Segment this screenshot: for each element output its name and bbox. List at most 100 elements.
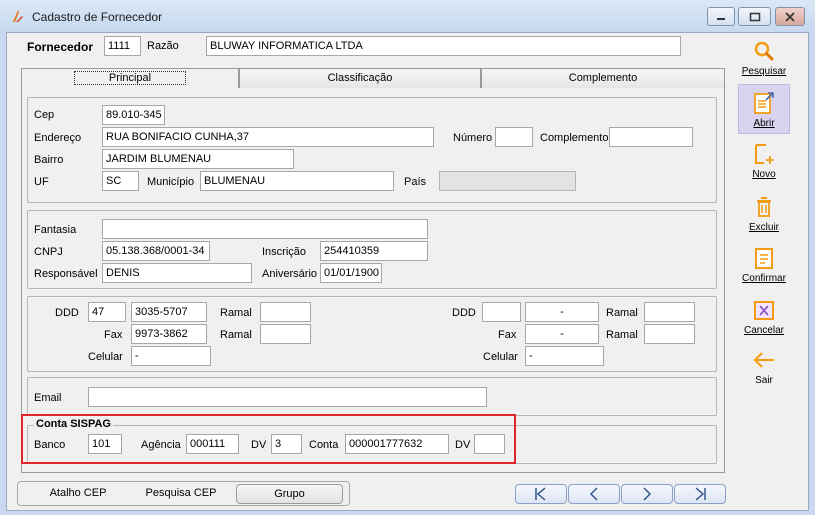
- minimize-icon: [717, 17, 725, 20]
- inscricao-label: Inscrição: [262, 246, 307, 258]
- pesquisar-label: Pesquisar: [741, 66, 787, 77]
- responsavel-field[interactable]: DENIS: [102, 263, 252, 283]
- pais-label: País: [404, 176, 427, 188]
- tab-complemento-label: Complemento: [568, 72, 638, 84]
- app-logo-icon: [13, 10, 23, 22]
- first-record-button[interactable]: [515, 484, 567, 504]
- fornecedor-label: Fornecedor: [27, 40, 94, 54]
- razao-field[interactable]: BLUWAY INFORMATICA LTDA: [206, 36, 681, 56]
- window-title: Cadastro de Fornecedor: [32, 10, 163, 24]
- municipio-label: Município: [147, 176, 195, 188]
- fax-ramal-field-left[interactable]: [260, 324, 311, 344]
- next-icon: [643, 487, 651, 501]
- first-record-icon: [535, 487, 546, 501]
- email-field[interactable]: [88, 387, 487, 407]
- fax-ramal-field-right[interactable]: [644, 324, 695, 344]
- cep-field[interactable]: 89.010-345: [102, 105, 165, 125]
- close-window-button[interactable]: [775, 7, 805, 26]
- fornecedor-code-field[interactable]: 1111: [104, 36, 141, 56]
- municipio-field[interactable]: BLUMENAU: [200, 171, 394, 191]
- maximize-icon: [749, 12, 760, 21]
- inscricao-field[interactable]: 254410359: [320, 241, 428, 261]
- next-record-button[interactable]: [621, 484, 673, 504]
- minimize-button[interactable]: [707, 7, 735, 26]
- magnifier-icon: [754, 41, 774, 61]
- ddd-label-right: DDD: [452, 307, 476, 319]
- uf-label: UF: [34, 176, 49, 188]
- last-record-button[interactable]: [674, 484, 726, 504]
- aniversario-label: Aniversário: [262, 268, 318, 280]
- fantasia-field[interactable]: [102, 219, 428, 239]
- fax-field-right[interactable]: -: [525, 324, 599, 344]
- ddd-field-left[interactable]: 47: [88, 302, 126, 322]
- ramal-label-left: Ramal: [220, 307, 252, 319]
- razao-label: Razão: [147, 40, 179, 52]
- open-document-icon: [754, 92, 774, 114]
- uf-field[interactable]: SC: [102, 171, 139, 191]
- celular-label-left: Celular: [88, 351, 123, 363]
- sair-button[interactable]: Sair: [738, 342, 790, 392]
- excluir-button[interactable]: Excluir: [738, 189, 790, 239]
- endereco-field[interactable]: RUA BONIFACIO CUNHA,37: [102, 127, 434, 147]
- ddd-label-left: DDD: [55, 307, 79, 319]
- aniversario-field[interactable]: 01/01/1900: [320, 263, 382, 283]
- confirmar-button[interactable]: Confirmar: [738, 240, 790, 290]
- ddd-field-right[interactable]: [482, 302, 521, 322]
- exit-arrow-icon: [753, 352, 774, 368]
- ramal-label-right: Ramal: [606, 307, 638, 319]
- abrir-label: Abrir: [753, 118, 775, 129]
- pesquisar-button[interactable]: Pesquisar: [738, 33, 790, 83]
- cancel-icon: [754, 301, 774, 320]
- pesquisa-cep-button[interactable]: Pesquisa CEP: [138, 484, 224, 504]
- novo-button[interactable]: Novo: [738, 136, 790, 186]
- delete-icon: [757, 197, 771, 217]
- celular-field-left[interactable]: -: [131, 346, 211, 366]
- fax-label-right: Fax: [498, 329, 517, 341]
- endereco-label: Endereço: [34, 132, 82, 144]
- complemento-label: Complemento: [540, 132, 609, 144]
- cep-label: Cep: [34, 109, 55, 121]
- tab-classificacao[interactable]: Classificação: [239, 68, 481, 88]
- numero-label: Número: [453, 132, 493, 144]
- telefone-field-right[interactable]: -: [525, 302, 599, 322]
- pais-field: [439, 171, 576, 191]
- tab-classificacao-label: Classificação: [327, 72, 393, 84]
- tab-complemento[interactable]: Complemento: [481, 68, 725, 88]
- maximize-button[interactable]: [738, 7, 771, 26]
- cancelar-label: Cancelar: [743, 325, 785, 336]
- grupo-button[interactable]: Grupo: [236, 484, 343, 504]
- excluir-label: Excluir: [748, 222, 779, 233]
- complemento-field[interactable]: [609, 127, 693, 147]
- telefone-field-left[interactable]: 3035-5707: [131, 302, 207, 322]
- atalho-cep-button[interactable]: Atalho CEP: [38, 484, 118, 504]
- confirm-icon: [755, 248, 773, 269]
- cancelar-button[interactable]: Cancelar: [738, 292, 790, 342]
- numero-field[interactable]: [495, 127, 533, 147]
- novo-label: Novo: [752, 169, 776, 180]
- tab-principal[interactable]: Principal: [21, 68, 239, 88]
- title-bar: Cadastro de Fornecedor: [0, 0, 815, 32]
- fax-ramal-label-left: Ramal: [220, 329, 252, 341]
- previous-icon: [590, 487, 598, 501]
- responsavel-label: Responsável: [34, 268, 98, 280]
- fax-ramal-label-right: Ramal: [606, 329, 638, 341]
- sispag-highlight-box: [21, 414, 516, 464]
- new-document-icon: [755, 144, 774, 164]
- fax-field-left[interactable]: 9973-3862: [131, 324, 207, 344]
- ramal-field-right[interactable]: [644, 302, 695, 322]
- celular-field-right[interactable]: -: [525, 346, 604, 366]
- last-record-icon: [695, 487, 706, 501]
- cnpj-label: CNPJ: [34, 246, 63, 258]
- bairro-label: Bairro: [34, 154, 64, 166]
- bairro-field[interactable]: JARDIM BLUMENAU: [102, 149, 294, 169]
- close-icon: [785, 11, 795, 22]
- fax-label-left: Fax: [104, 329, 123, 341]
- celular-label-right: Celular: [483, 351, 518, 363]
- cnpj-field[interactable]: 05.138.368/0001-34: [102, 241, 210, 261]
- ramal-field-left[interactable]: [260, 302, 311, 322]
- previous-record-button[interactable]: [568, 484, 620, 504]
- email-label: Email: [34, 392, 62, 404]
- abrir-button[interactable]: Abrir: [738, 84, 790, 134]
- confirmar-label: Confirmar: [742, 273, 786, 284]
- sair-label: Sair: [755, 375, 773, 386]
